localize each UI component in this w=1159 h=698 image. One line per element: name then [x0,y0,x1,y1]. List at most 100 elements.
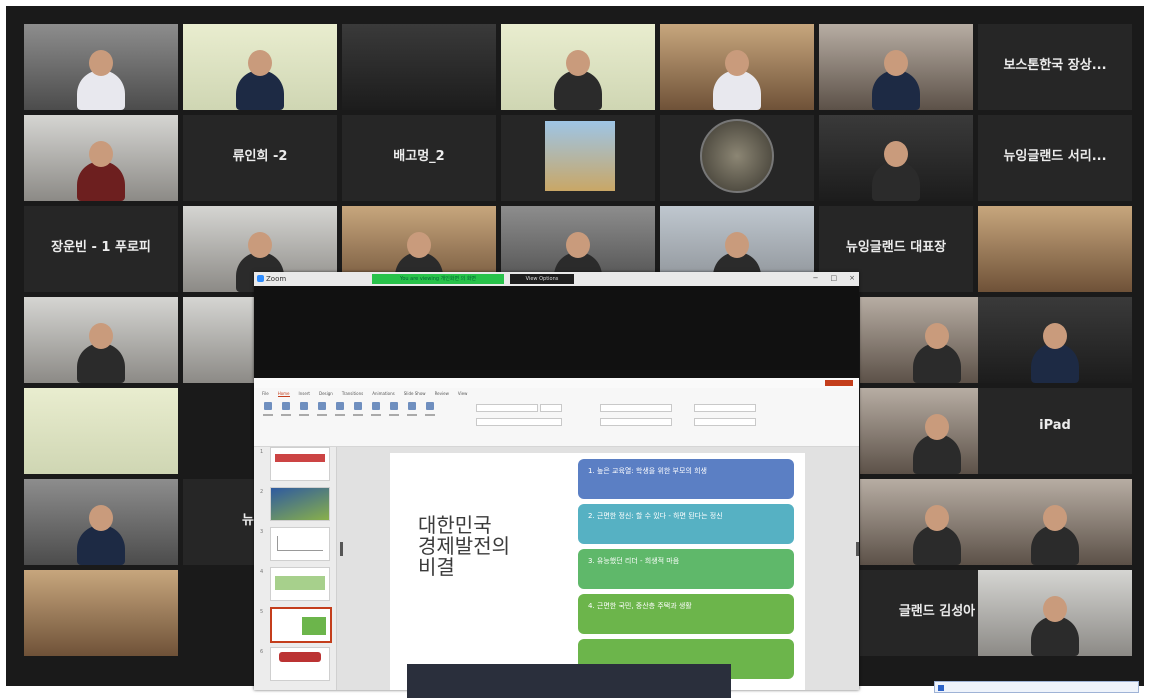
tab-view[interactable]: View [458,391,468,397]
tab-home[interactable]: Home [277,391,290,397]
window-title: Zoom [266,275,287,283]
participant-tile[interactable] [342,24,496,110]
shapes-button[interactable] [352,402,364,420]
slide-thumbnail-selected[interactable] [270,607,332,643]
tab-transitions[interactable]: Transitions [342,391,363,397]
slide-thumbnail[interactable] [270,487,330,521]
shape-fill-button[interactable] [406,402,418,420]
view-options-button[interactable]: View Options [510,274,574,284]
participant-tile[interactable] [978,206,1132,292]
slide-point-box[interactable]: 3. 유능했던 리더 - 희생적 마음 [578,549,794,589]
layout-button[interactable] [298,402,310,420]
section-button[interactable] [334,402,346,420]
replace-field[interactable] [694,418,756,426]
slide-thumbnail[interactable] [270,647,330,681]
participant-tile[interactable] [24,115,178,201]
participant-video [913,323,961,383]
participant-video [1031,505,1079,565]
slide-number: 2 [260,489,264,495]
tab-animations[interactable]: Animations [372,391,394,397]
notification-bar[interactable] [934,681,1139,693]
arrange-button[interactable] [370,402,382,420]
splitter-handle[interactable] [340,542,343,556]
slide-thumbnail[interactable] [270,527,330,561]
participant-tile[interactable] [501,24,655,110]
ribbon-group-clipboard [262,402,436,432]
participant-display-name: 보스톤한국 장상... [1003,58,1107,73]
reset-button[interactable] [316,402,328,420]
maximize-button[interactable]: □ [831,274,838,282]
shape-outline-button[interactable] [424,402,436,420]
slide-thumbnail[interactable] [270,567,330,601]
slide-thumbnail[interactable] [270,447,330,481]
participant-tile[interactable]: 류인희 -2 [183,115,337,201]
participant-tile[interactable] [819,24,973,110]
participant-tile[interactable] [24,479,178,565]
participant-tile[interactable]: 장운빈 - 1 푸로피 [24,206,178,292]
zoom-titlebar[interactable]: Zoom You are viewing 개인화면 의 화면 View Opti… [254,272,859,286]
text-direction-select[interactable] [600,404,672,412]
paste-button[interactable] [262,402,274,420]
minimize-button[interactable]: − [813,274,819,282]
participant-tile[interactable]: iPad [978,388,1132,474]
participant-tile[interactable]: 보스톤한국 장상... [978,24,1132,110]
participant-display-name: 배고멍_2 [393,149,445,164]
font-size-select[interactable] [540,404,562,412]
powerpoint-window: File Home Insert Design Transitions Anim… [254,378,859,698]
new-slide-button[interactable] [280,402,292,420]
participant-tile[interactable]: 뉴잉글랜드 서리... [978,115,1132,201]
slide-title-text: 대한민국 경제발전의 비결 [418,513,510,579]
participant-video [1031,323,1079,383]
participant-tile[interactable] [978,570,1132,656]
window-controls: − □ × [813,274,855,282]
participant-tile[interactable] [501,115,655,201]
participant-video [77,323,125,383]
participant-tile[interactable] [24,24,178,110]
shape-outline-icon [426,402,434,410]
slide-point-box[interactable]: 4. 근면한 국민, 중산층 주택과 생활 [578,594,794,634]
participant-tile[interactable] [24,388,178,474]
slide-number: 5 [260,609,264,615]
paragraph-format-row[interactable] [600,418,672,426]
participant-tile[interactable]: 배고멍_2 [342,115,496,201]
new-slide-icon [282,402,290,410]
participant-tile[interactable] [978,297,1132,383]
scrollbar-handle[interactable] [856,542,859,556]
paste-icon [264,402,272,410]
section-icon [336,402,344,410]
find-field[interactable] [694,404,756,412]
quick-styles-icon [390,402,398,410]
profile-emblem [700,119,774,193]
tab-slide-show[interactable]: Slide Show [404,391,426,397]
ribbon: File Home Insert Design Transitions Anim… [254,388,859,447]
current-slide[interactable]: 대한민국 경제발전의 비결 1. 높은 교육열: 학생을 위한 부모의 희생 2… [390,453,805,690]
participant-tile[interactable] [978,479,1132,565]
zoom-share-window[interactable]: Zoom You are viewing 개인화면 의 화면 View Opti… [254,272,859,698]
participant-tile[interactable] [24,570,178,656]
slide-point-box[interactable]: 2. 근면한 정신: 할 수 있다 - 하면 된다는 정신 [578,504,794,544]
participant-tile[interactable] [660,24,814,110]
tab-insert[interactable]: Insert [299,391,310,397]
tab-file[interactable]: File [262,391,269,397]
participant-tile[interactable] [24,297,178,383]
participant-video [77,50,125,110]
layout-icon [300,402,308,410]
tab-review[interactable]: Review [435,391,449,397]
font-format-row[interactable] [476,418,562,426]
share-button[interactable] [825,380,853,386]
slide-point-box[interactable]: 1. 높은 교육열: 학생을 위한 부모의 희생 [578,459,794,499]
arrange-icon [372,402,380,410]
slide-title: 대한민국 경제발전의 비결 [418,515,510,578]
font-name-select[interactable] [476,404,538,412]
tab-design[interactable]: Design [319,391,333,397]
shapes-icon [354,402,362,410]
participant-video [77,141,125,201]
participant-tile[interactable] [819,115,973,201]
participant-video [713,50,761,110]
participant-tile[interactable] [183,24,337,110]
participant-tile[interactable] [660,115,814,201]
close-button[interactable]: × [849,274,855,282]
quick-styles-button[interactable] [388,402,400,420]
participant-video [872,141,920,201]
participant-video [913,505,961,565]
